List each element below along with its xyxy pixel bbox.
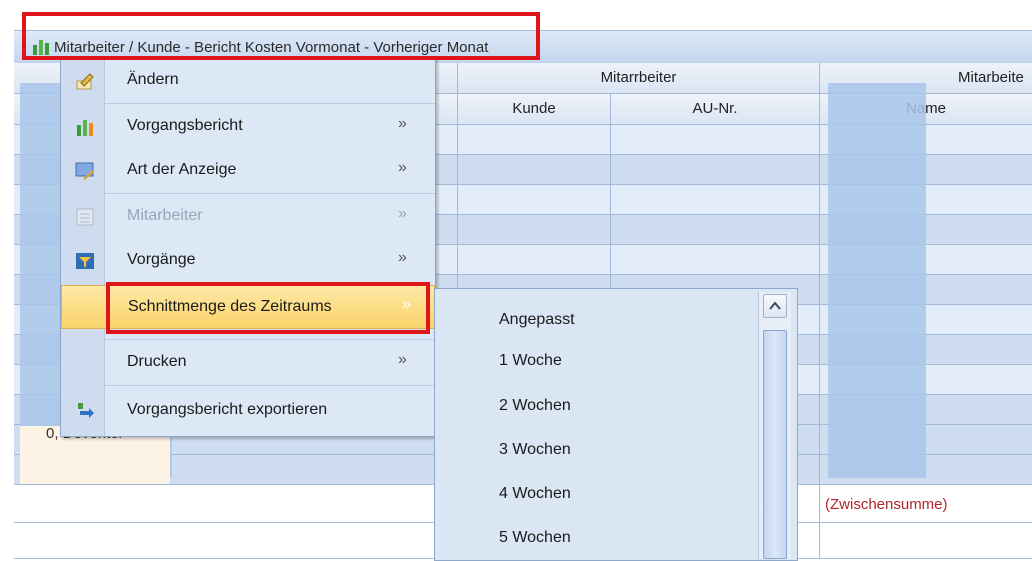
menu-item-label: Art der Anzeige xyxy=(127,161,237,178)
time-range-submenu: Angepasst 1 Woche 2 Wochen 3 Wochen 4 Wo… xyxy=(434,288,798,561)
menu-item-drucken[interactable]: Drucken » xyxy=(61,341,435,385)
menu-separator xyxy=(104,385,435,386)
bar-chart-icon xyxy=(77,120,93,136)
column-header-au-nr[interactable]: AU-Nr. xyxy=(610,94,819,124)
bar-chart-icon xyxy=(33,40,49,55)
menu-item-art-der-anzeige[interactable]: Art der Anzeige » xyxy=(61,149,435,193)
submenu-arrow-icon: » xyxy=(398,115,407,132)
menu-item-label: Schnittmenge des Zeitraums xyxy=(128,298,332,315)
submenu-item-4-wochen[interactable]: 4 Wochen xyxy=(499,485,571,503)
menu-item-schnittmenge-des-zeitraums[interactable]: Schnittmenge des Zeitraums » xyxy=(61,285,435,329)
submenu-arrow-icon: » xyxy=(398,249,407,266)
top-blank-area xyxy=(0,0,1032,30)
submenu-arrow-icon: » xyxy=(398,205,407,222)
menu-item-label: Drucken xyxy=(127,353,187,370)
column-divider xyxy=(819,63,820,559)
edit-icon xyxy=(76,73,94,90)
menu-item-label: Vorgangsbericht exportieren xyxy=(127,401,328,418)
menu-item-vorgaenge[interactable]: Vorgänge » xyxy=(61,239,435,283)
submenu-item-3-wochen[interactable]: 3 Wochen xyxy=(499,441,571,459)
menu-separator xyxy=(104,103,435,104)
column-header-kunde[interactable]: Kunde xyxy=(457,94,610,124)
menu-item-label: Vorgangsbericht xyxy=(127,117,243,134)
submenu-arrow-icon: » xyxy=(398,159,407,176)
submenu-scrollbar[interactable] xyxy=(758,292,791,559)
subtotal-label: (Zwischensumme) xyxy=(825,496,948,513)
redacted-area xyxy=(828,83,926,478)
menu-item-label: Ändern xyxy=(127,71,179,88)
submenu-item-angepasst[interactable]: Angepasst xyxy=(499,311,575,329)
context-menu: Ändern Vorgangsbericht » Art der Anzeige… xyxy=(60,58,436,437)
menu-separator xyxy=(104,193,435,194)
menu-item-vorgangsbericht-exportieren[interactable]: Vorgangsbericht exportieren xyxy=(61,389,435,433)
submenu-item-5-wochen[interactable]: 5 Wochen xyxy=(499,529,571,547)
report-title: Mitarbeiter / Kunde - Bericht Kosten Vor… xyxy=(54,39,489,56)
submenu-arrow-icon: » xyxy=(402,296,411,313)
menu-item-label: Vorgänge xyxy=(127,251,196,268)
submenu-item-1-woche[interactable]: 1 Woche xyxy=(499,352,562,370)
menu-item-label: Mitarbeiter xyxy=(127,207,203,224)
display-icon xyxy=(75,162,94,180)
scroll-thumb[interactable] xyxy=(763,330,787,559)
submenu-item-2-wochen[interactable]: 2 Wochen xyxy=(499,397,571,415)
employee-list-icon xyxy=(76,208,94,226)
menu-item-mitarbeiter: Mitarbeiter » xyxy=(61,195,435,239)
submenu-arrow-icon: » xyxy=(398,351,407,368)
export-icon xyxy=(78,403,94,418)
menu-item-aendern[interactable]: Ändern xyxy=(61,59,435,103)
menu-separator xyxy=(104,339,435,340)
scroll-up-button[interactable] xyxy=(763,294,787,318)
menu-item-vorgangsbericht[interactable]: Vorgangsbericht » xyxy=(61,105,435,149)
chevron-up-icon xyxy=(769,301,781,310)
header-group-mitarbeiter[interactable]: Mitarrbeiter xyxy=(457,63,819,93)
filter-list-icon xyxy=(76,253,94,269)
